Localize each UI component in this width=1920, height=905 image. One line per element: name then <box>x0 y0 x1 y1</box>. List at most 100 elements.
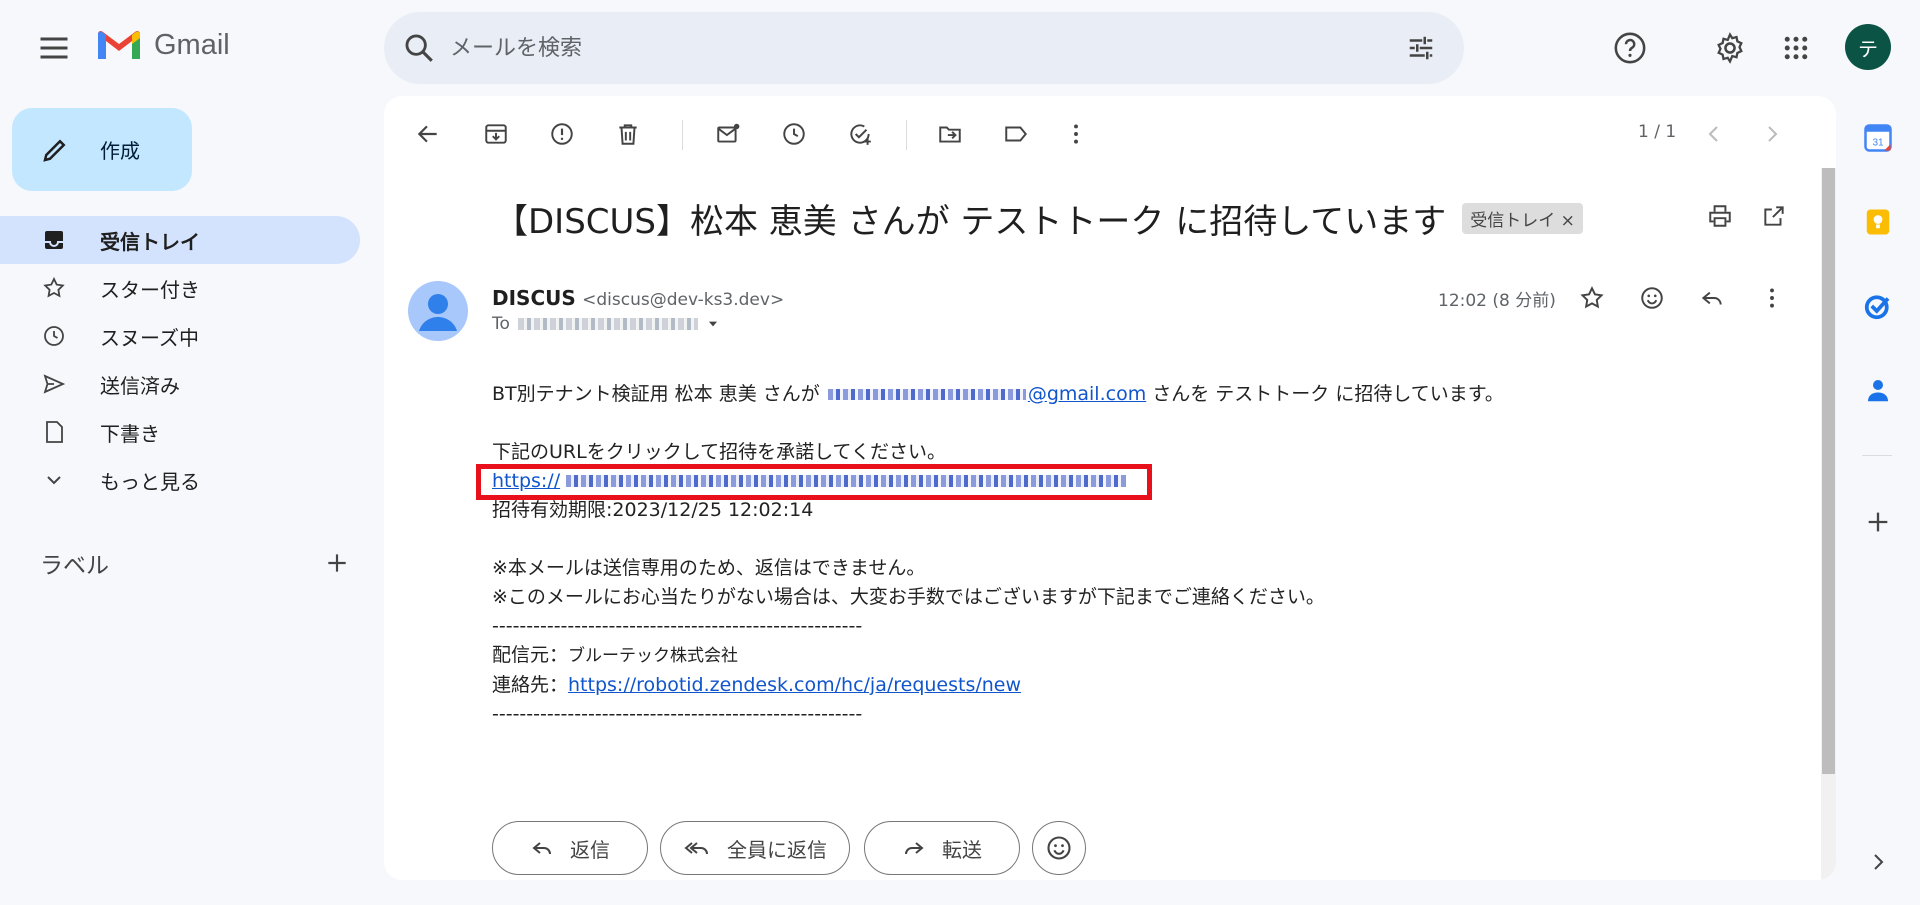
emoji-reaction-button[interactable] <box>1032 821 1086 875</box>
message-more-button[interactable] <box>1752 278 1792 318</box>
sender-line: DISCUS <discus@dev-ks3.dev> <box>492 286 784 310</box>
sidebar-nav: 受信トレイ スター付き スヌーズ中 送信済み 下書き もっと見る <box>0 216 360 504</box>
older-button[interactable] <box>1752 114 1792 154</box>
calendar-app-button[interactable]: 31 <box>1856 116 1900 160</box>
reply-icon-button[interactable] <box>1692 278 1732 318</box>
inbox-chip-label: 受信トレイ <box>1470 211 1556 231</box>
mark-unread-button[interactable] <box>708 114 748 154</box>
archive-button[interactable] <box>476 114 516 154</box>
labels-button[interactable] <box>996 114 1036 154</box>
help-icon <box>1614 32 1646 64</box>
more-vert-icon <box>1074 124 1078 144</box>
get-addons-button[interactable] <box>1856 500 1900 544</box>
email-time: 12:02 (8 分前) <box>1438 291 1556 311</box>
star-icon <box>1580 286 1604 309</box>
settings-button[interactable] <box>1708 26 1752 70</box>
report-spam-button[interactable] <box>542 114 582 154</box>
sender-address: <discus@dev-ks3.dev> <box>582 290 785 310</box>
pencil-icon <box>43 138 66 162</box>
inbox-icon <box>45 231 63 249</box>
chevron-left-icon <box>1708 126 1718 142</box>
contacts-icon <box>1868 380 1888 402</box>
expand-side-panel-button[interactable] <box>1856 840 1900 884</box>
contacts-app-button[interactable] <box>1856 368 1900 412</box>
newer-button[interactable] <box>1694 114 1734 154</box>
search-input[interactable] <box>450 35 1406 61</box>
snooze-button[interactable] <box>774 114 814 154</box>
clock-icon <box>783 123 805 145</box>
move-to-button[interactable] <box>930 114 970 154</box>
sidebar-item-starred[interactable]: スター付き <box>0 264 360 312</box>
remove-label-icon[interactable]: × <box>1561 211 1575 231</box>
contact-line: 連絡先：https://robotid.zendesk.com/hc/ja/re… <box>492 671 1692 700</box>
email-view-panel: 1 / 1 【DISCUS】松本 恵美 さんが テストトーク に招待しています … <box>384 96 1836 880</box>
search-bar[interactable] <box>384 12 1464 84</box>
mark-unread-icon <box>717 123 740 143</box>
reply-all-label: 全員に返信 <box>727 837 827 862</box>
reply-all-icon <box>684 842 708 855</box>
gmail-logo[interactable]: Gmail <box>96 28 230 62</box>
scrollbar-thumb[interactable] <box>1822 168 1835 774</box>
sidebar-item-drafts[interactable]: 下書き <box>0 408 360 456</box>
search-icon[interactable] <box>402 31 436 65</box>
add-task-icon <box>850 124 871 145</box>
notice-line-1: ※本メールは送信専用のため、返信はできません。 <box>492 557 926 579</box>
inbox-label-chip[interactable]: 受信トレイ × <box>1462 203 1583 234</box>
sidebar-item-snoozed[interactable]: スヌーズ中 <box>0 312 360 360</box>
help-button[interactable] <box>1608 26 1652 70</box>
compose-button[interactable]: 作成 <box>12 108 192 191</box>
back-button[interactable] <box>408 114 448 154</box>
invitee-email-link[interactable]: @gmail.com <box>1028 383 1146 405</box>
sidebar-item-sent[interactable]: 送信済み <box>0 360 360 408</box>
sidebar-item-label: スヌーズ中 <box>100 325 199 350</box>
add-label-icon[interactable] <box>324 550 350 576</box>
emoji-icon <box>1047 836 1071 860</box>
star-button[interactable] <box>1572 278 1612 318</box>
add-reaction-button[interactable] <box>1632 278 1672 318</box>
delete-button[interactable] <box>608 114 648 154</box>
body-text: BT別テナント検証用 松本 恵美 さんが <box>492 383 820 405</box>
details-dropdown-icon[interactable] <box>706 317 720 331</box>
recipient-line: To <box>492 314 720 334</box>
sender-name[interactable]: DISCUS <box>492 286 576 310</box>
gmail-m-icon <box>98 30 140 59</box>
tasks-app-button[interactable] <box>1856 284 1900 328</box>
search-options-icon[interactable] <box>1406 33 1436 63</box>
account-avatar[interactable]: テ <box>1845 24 1891 70</box>
forward-icon <box>905 842 924 855</box>
divider-line: ----------------------------------------… <box>492 703 863 725</box>
redacted-email-local <box>827 389 1026 400</box>
sidebar-item-label: スター付き <box>100 277 200 302</box>
open-new-window-button[interactable] <box>1754 196 1794 236</box>
email-body: BT別テナント検証用 松本 恵美 さんが @gmail.com さんを テストト… <box>492 380 1692 729</box>
reply-button[interactable]: 返信 <box>492 821 648 875</box>
sidebar-item-more[interactable]: もっと見る <box>0 456 360 504</box>
add-to-tasks-button[interactable] <box>840 114 880 154</box>
app-name: Gmail <box>154 28 230 61</box>
sender-avatar[interactable] <box>408 281 468 341</box>
more-options-button[interactable] <box>1056 114 1096 154</box>
reply-label: 返信 <box>570 837 610 862</box>
arrow-back-icon <box>417 125 437 143</box>
contact-link[interactable]: https://robotid.zendesk.com/hc/ja/reques… <box>568 674 1021 696</box>
person-icon <box>419 294 457 331</box>
notice-line-2: ※このメールにお心当たりがない場合は、大変お手数ではございますが下記までご連絡く… <box>492 586 1325 608</box>
divider-line: ----------------------------------------… <box>492 615 863 637</box>
sidebar-item-inbox[interactable]: 受信トレイ <box>0 216 360 264</box>
keep-app-button[interactable] <box>1856 200 1900 244</box>
main-menu-button[interactable] <box>36 30 72 66</box>
label-icon <box>1005 126 1028 142</box>
print-icon <box>1709 205 1731 227</box>
compose-label: 作成 <box>100 139 140 163</box>
email-subject: 【DISCUS】松本 恵美 さんが テストトーク に招待しています <box>494 202 1447 242</box>
forward-button[interactable]: 転送 <box>864 821 1020 875</box>
gear-icon <box>1717 32 1743 64</box>
reply-all-button[interactable]: 全員に返信 <box>660 821 850 875</box>
apps-button[interactable] <box>1774 26 1818 70</box>
print-button[interactable] <box>1700 196 1740 236</box>
svg-text:31: 31 <box>1872 138 1884 149</box>
chevron-right-icon <box>1768 126 1778 142</box>
draft-icon <box>46 421 63 443</box>
plus-icon <box>1868 512 1888 532</box>
expiry-line: 招待有効期限:2023/12/25 12:02:14 <box>492 499 814 521</box>
